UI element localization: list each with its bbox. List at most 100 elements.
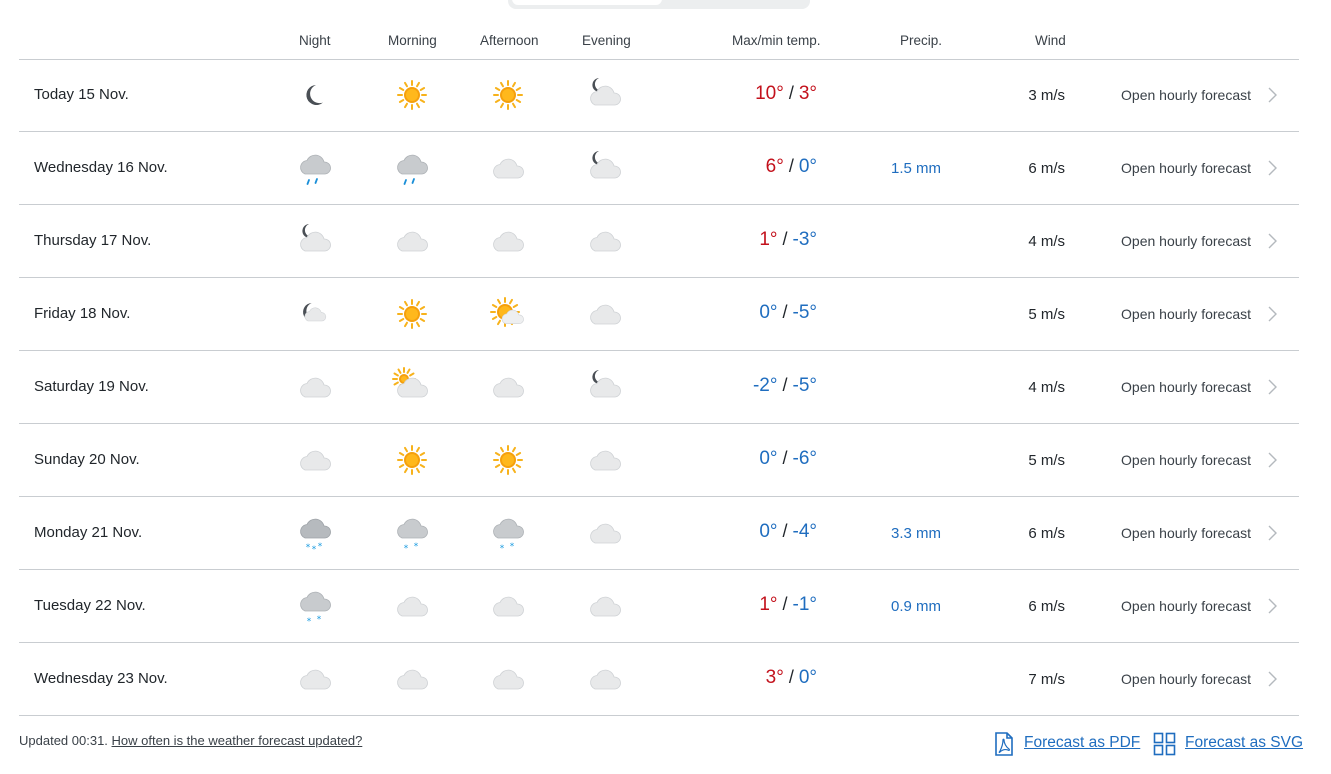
forecast-row[interactable]: Sunday 20 Nov. 0° / -6° 5 m/s Open hourly f… xyxy=(19,424,1299,497)
day-label: Today 15 Nov. xyxy=(34,86,129,103)
partly-cloudy-night-icon xyxy=(585,367,625,407)
forecast-row[interactable]: Thursday 17 Nov. 1° / -3° 4 m/s Open hourly… xyxy=(19,205,1299,278)
cloud-icon xyxy=(392,659,432,699)
max-min-temp: 3° / 0° xyxy=(765,667,817,688)
updated-text: Updated 00:31. How often is the weather … xyxy=(19,733,362,748)
precipitation: 1.5 mm xyxy=(890,160,941,177)
max-min-temp: 1° / -1° xyxy=(759,594,818,615)
open-hourly-forecast-link[interactable]: Open hourly forecast xyxy=(1121,671,1251,687)
partly-cloudy-night-icon xyxy=(585,75,625,115)
cloud-icon xyxy=(295,367,335,407)
header-temp: Max/min temp. xyxy=(732,33,821,48)
forecast-row[interactable]: Wednesday 16 Nov. 6° / 0° 1.5 mm 6 m/s Open … xyxy=(19,132,1299,205)
header-evening: Evening xyxy=(582,33,631,48)
pdf-link[interactable]: Forecast as PDF xyxy=(1024,734,1140,752)
wind-speed: 4 m/s xyxy=(1028,233,1065,250)
min-temp: -1° xyxy=(792,594,818,615)
svg-text:*: * xyxy=(500,544,505,553)
day-label: Wednesday 16 Nov. xyxy=(34,159,168,176)
day-label: Thursday 17 Nov. xyxy=(34,232,152,249)
min-temp: -4° xyxy=(792,521,818,542)
forecast-row[interactable]: Wednesday 23 Nov. 3° / 0° 7 m/s Open hourly… xyxy=(19,643,1299,716)
header-morning: Morning xyxy=(388,33,437,48)
cloud-icon xyxy=(585,440,625,480)
precipitation: 3.3 mm xyxy=(890,525,941,542)
clear-night-icon xyxy=(295,75,335,115)
chevron-right-icon[interactable] xyxy=(1265,86,1279,104)
chevron-right-icon[interactable] xyxy=(1265,159,1279,177)
open-hourly-forecast-link[interactable]: Open hourly forecast xyxy=(1121,598,1251,614)
cloud-icon xyxy=(585,221,625,261)
svg-text:*: * xyxy=(312,545,317,553)
light-rain-icon xyxy=(392,148,432,188)
cloud-icon xyxy=(585,659,625,699)
forecast-row[interactable]: Monday 21 Nov. * * * * * * * 0° / -4° 3.3 mm 6 m/s… xyxy=(19,497,1299,570)
sun-icon xyxy=(392,294,432,334)
svg-link[interactable]: Forecast as SVG xyxy=(1185,734,1303,752)
chevron-right-icon[interactable] xyxy=(1265,378,1279,396)
header-afternoon: Afternoon xyxy=(480,33,539,48)
day-label: Saturday 19 Nov. xyxy=(34,378,149,395)
max-min-temp: 10° / 3° xyxy=(755,83,817,104)
partly-cloudy-night-icon xyxy=(585,148,625,188)
wind-speed: 4 m/s xyxy=(1028,379,1065,396)
min-temp: -3° xyxy=(792,229,818,250)
fair-night-icon xyxy=(295,294,335,334)
forecast-row[interactable]: Tuesday 22 Nov. * * 1° / -1° 0.9 mm 6 m/s Open… xyxy=(19,570,1299,643)
svg-text:*: * xyxy=(318,542,323,552)
cloud-icon xyxy=(392,586,432,626)
cloud-icon xyxy=(488,148,528,188)
footer: Updated 00:31. How often is the weather … xyxy=(19,726,1303,766)
max-min-temp: 0° / -6° xyxy=(759,448,818,469)
wind-speed: 3 m/s xyxy=(1028,87,1065,104)
open-hourly-forecast-link[interactable]: Open hourly forecast xyxy=(1121,379,1251,395)
cloud-icon xyxy=(585,586,625,626)
header-night: Night xyxy=(299,33,331,48)
cloud-icon xyxy=(392,221,432,261)
chevron-right-icon[interactable] xyxy=(1265,232,1279,250)
open-hourly-forecast-link[interactable]: Open hourly forecast xyxy=(1121,160,1251,176)
min-temp: -6° xyxy=(792,448,818,469)
chevron-right-icon[interactable] xyxy=(1265,305,1279,323)
sun-icon xyxy=(392,440,432,480)
svg-text:*: * xyxy=(307,617,312,626)
open-hourly-forecast-link[interactable]: Open hourly forecast xyxy=(1121,233,1251,249)
pdf-icon xyxy=(992,731,1016,762)
max-min-temp: 1° / -3° xyxy=(759,229,818,250)
chevron-right-icon[interactable] xyxy=(1265,451,1279,469)
wind-speed: 6 m/s xyxy=(1028,525,1065,542)
cloud-icon xyxy=(488,221,528,261)
forecast-row[interactable]: Today 15 Nov. 10° / 3° 3 m/s Open hourly fo… xyxy=(19,59,1299,132)
max-min-temp: 6° / 0° xyxy=(765,156,817,177)
max-min-temp: -2° / -5° xyxy=(752,375,818,396)
sun-icon xyxy=(488,75,528,115)
min-temp: 0° xyxy=(798,667,817,688)
chevron-right-icon[interactable] xyxy=(1265,597,1279,615)
forecast-row[interactable]: Saturday 19 Nov. -2° / -5° 4 m/s Open hourl… xyxy=(19,351,1299,424)
chevron-right-icon[interactable] xyxy=(1265,524,1279,542)
update-faq-link[interactable]: How often is the weather forecast update… xyxy=(112,733,363,748)
snow-icon: * * * xyxy=(295,513,335,553)
svg-text:*: * xyxy=(317,615,322,625)
chevron-right-icon[interactable] xyxy=(1265,670,1279,688)
precipitation: 0.9 mm xyxy=(890,598,941,615)
min-temp: -5° xyxy=(792,375,818,396)
forecast-page: Night Morning Afternoon Evening Max/min … xyxy=(0,0,1331,774)
open-hourly-forecast-link[interactable]: Open hourly forecast xyxy=(1121,452,1251,468)
wind-speed: 7 m/s xyxy=(1028,671,1065,688)
min-temp: 3° xyxy=(798,83,817,104)
cloud-icon xyxy=(585,294,625,334)
cloud-icon xyxy=(488,367,528,407)
open-hourly-forecast-link[interactable]: Open hourly forecast xyxy=(1121,525,1251,541)
open-hourly-forecast-link[interactable]: Open hourly forecast xyxy=(1121,306,1251,322)
forecast-row[interactable]: Friday 18 Nov. 0° / -5° 5 m/s Open hourly f… xyxy=(19,278,1299,351)
cloud-icon xyxy=(585,513,625,553)
wind-speed: 6 m/s xyxy=(1028,598,1065,615)
cloud-icon xyxy=(295,659,335,699)
open-hourly-forecast-link[interactable]: Open hourly forecast xyxy=(1121,87,1251,103)
cloud-icon xyxy=(488,659,528,699)
day-label: Sunday 20 Nov. xyxy=(34,451,140,468)
light-snow-icon: * * xyxy=(488,513,528,553)
svg-text:*: * xyxy=(510,542,515,552)
header-precip: Precip. xyxy=(900,33,943,48)
